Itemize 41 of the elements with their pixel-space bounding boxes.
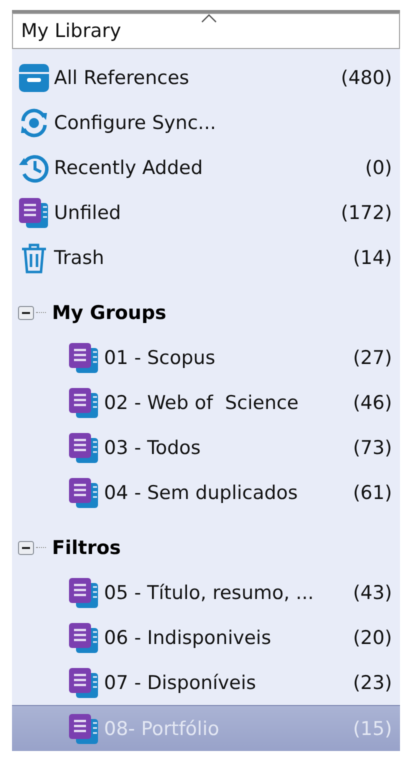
tree-item[interactable]: 04 - Sem duplicados (61) <box>12 470 400 515</box>
item-count: (172) <box>340 202 392 224</box>
item-count: (480) <box>340 66 392 88</box>
notebook-icon <box>18 196 50 228</box>
notebook-icon <box>68 622 100 654</box>
library-header[interactable]: My Library <box>12 13 400 49</box>
notebook-icon <box>68 476 100 508</box>
item-count: (46) <box>352 392 392 414</box>
item-count: (61) <box>352 482 392 504</box>
tree-item[interactable]: All References (480) <box>12 55 400 100</box>
drawer-icon <box>18 62 50 94</box>
notebook-icon <box>68 386 100 418</box>
tree-item[interactable]: 02 - Web of Science (46) <box>12 380 400 425</box>
item-count: (73) <box>352 436 392 458</box>
sync-icon <box>18 106 50 138</box>
sort-caret-icon[interactable] <box>201 14 217 23</box>
group-heading: Filtros <box>52 536 121 558</box>
item-count: (15) <box>352 718 392 740</box>
tree-item[interactable]: 03 - Todos (73) <box>12 425 400 470</box>
notebook-icon <box>68 666 100 698</box>
group-heading: My Groups <box>52 302 166 324</box>
item-count: (20) <box>352 626 392 648</box>
tree-item[interactable]: Recently Added (0) <box>12 145 400 190</box>
tree-item[interactable]: Unfiled (172) <box>12 190 400 235</box>
notebook-icon <box>68 432 100 464</box>
collapse-icon[interactable] <box>18 540 34 554</box>
tree-item[interactable]: 06 - Indisponiveis (20) <box>12 615 400 660</box>
item-count: (0) <box>365 156 392 178</box>
tree-item[interactable]: 01 - Scopus (27) <box>12 335 400 380</box>
tree-item[interactable]: 05 - Título, resumo, ... (43) <box>12 570 400 615</box>
tree-item[interactable]: Trash (14) <box>12 235 400 280</box>
tree-item[interactable]: 07 - Disponíveis (23) <box>12 660 400 705</box>
item-count: (27) <box>352 346 392 368</box>
item-count: (23) <box>352 672 392 694</box>
notebook-icon <box>68 576 100 608</box>
item-count: (43) <box>352 582 392 604</box>
item-count: (14) <box>352 246 392 268</box>
notebook-icon <box>68 342 100 374</box>
tree-item[interactable]: Configure Sync... <box>12 100 400 145</box>
notebook-icon <box>68 712 100 744</box>
collapse-icon[interactable] <box>18 306 34 320</box>
